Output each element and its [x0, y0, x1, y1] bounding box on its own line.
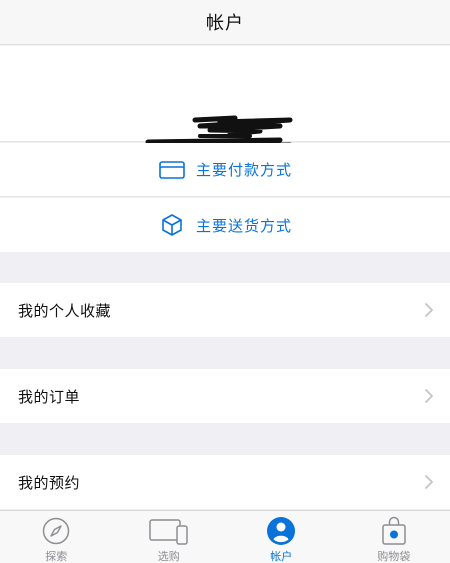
page-title: 帐户: [206, 13, 244, 34]
tab-label: 帐户: [270, 550, 293, 563]
my-reservations-row[interactable]: 我的预约: [0, 455, 450, 509]
tab-label: 购物袋: [377, 550, 411, 563]
chevron-right-icon: [425, 475, 433, 489]
tab-explore[interactable]: 探索: [0, 511, 113, 563]
account-screen: 帐户 主要付款方式 主要送货方式 我的个人收藏 我的订单 我的预约 探索 选购 …: [0, 0, 450, 563]
my-favorites-row[interactable]: 我的个人收藏: [0, 283, 450, 337]
devices-icon: [148, 516, 190, 546]
tab-account[interactable]: 帐户: [225, 511, 338, 563]
menu-item-label: 我的预约: [18, 473, 81, 492]
chevron-right-icon: [425, 389, 433, 403]
chevron-right-icon: [425, 303, 433, 317]
compass-icon: [41, 516, 71, 546]
tab-bag[interactable]: 购物袋: [338, 511, 450, 563]
bag-icon: [381, 516, 407, 546]
tab-bar: 探索 选购 帐户 购物袋: [0, 510, 450, 563]
profile-block: [0, 46, 450, 154]
package-box-icon: [158, 212, 186, 238]
menu-item-label: 我的订单: [18, 387, 81, 406]
primary-payment-method-button[interactable]: 主要付款方式: [0, 143, 450, 197]
tab-label: 选购: [157, 550, 180, 563]
menu-item-label: 我的个人收藏: [18, 301, 112, 320]
my-orders-row[interactable]: 我的订单: [0, 369, 450, 423]
credit-card-icon: [158, 157, 186, 183]
tab-shop[interactable]: 选购: [113, 511, 226, 563]
primary-payment-method-label: 主要付款方式: [195, 161, 292, 179]
primary-shipping-method-label: 主要送货方式: [195, 216, 292, 235]
tab-label: 探索: [45, 550, 68, 563]
navigation-bar: 帐户: [0, 0, 450, 45]
primary-shipping-method-button[interactable]: 主要送货方式: [0, 198, 450, 252]
person-icon: [266, 516, 296, 546]
